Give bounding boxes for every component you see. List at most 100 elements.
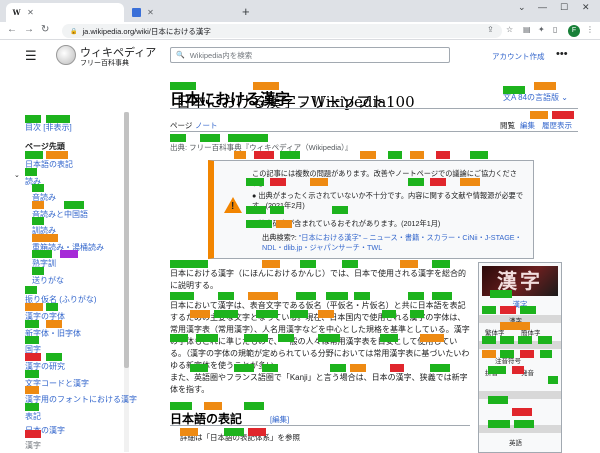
bookmark-star-icon[interactable]: ☆ — [506, 25, 513, 34]
ruby-tag — [380, 334, 398, 342]
ruby-tag — [534, 82, 556, 90]
ruby-tag — [432, 292, 452, 300]
ruby-tag — [254, 151, 274, 159]
ruby-tag — [270, 206, 284, 214]
wiki-search-input[interactable]: 🔍 Wikipedia内を検索 — [170, 47, 450, 63]
ruby-tag — [500, 322, 530, 330]
toc-header[interactable]: 目次 [非表示] — [25, 122, 72, 133]
more-options-icon[interactable]: ••• — [556, 48, 568, 60]
ruby-tag — [520, 350, 534, 358]
ruby-tag — [482, 336, 496, 344]
ruby-tag — [25, 403, 39, 411]
tab-history[interactable]: 履歴表示 — [542, 120, 572, 131]
ruby-tag — [388, 151, 402, 159]
ruby-tag — [514, 420, 534, 428]
ruby-tag — [32, 184, 44, 192]
ruby-tag — [500, 350, 514, 358]
tab-wikipedia[interactable]: W 日本における漢字 - Wikipedia ✕ — [6, 3, 386, 111]
section-divider — [170, 425, 470, 426]
main-menu-icon[interactable]: ☰ — [25, 48, 37, 64]
ruby-tag — [32, 250, 52, 258]
page-tabs: ページ ノート 閲覧 編集 履歴表示 — [170, 118, 578, 132]
ruby-tag — [354, 292, 370, 300]
ruby-tag — [46, 151, 68, 159]
lock-icon: 🔒 — [70, 28, 78, 35]
ruby-tag — [246, 220, 272, 228]
ruby-tag — [520, 306, 536, 314]
source-search-links[interactable]: "日本における漢字" – ニュース・書籍・スカラー・CiNii・J-STAGE・… — [262, 233, 522, 252]
body-paragraph-kanji: また、英語圏やフランス語圏で「Kanji」と言う場合は、日本の漢字、狭義では新字… — [170, 373, 468, 394]
chevron-down-icon[interactable]: ⌄ — [14, 171, 20, 179]
ruby-tag — [410, 310, 424, 318]
tab-edit[interactable]: 編集 — [520, 120, 535, 131]
warning-exclamation: ! — [231, 201, 235, 212]
infobox-label: 英語 — [509, 440, 522, 447]
toc-item[interactable]: 送りがな — [32, 275, 64, 286]
profile-avatar[interactable]: F — [568, 25, 580, 37]
ruby-tag — [512, 408, 532, 416]
close-tab-icon[interactable]: ✕ — [26, 8, 35, 17]
side-panel-icon[interactable]: ▯ — [553, 25, 557, 34]
reload-icon[interactable]: ↻ — [41, 24, 49, 35]
ruby-tag — [25, 320, 39, 328]
back-arrow-icon[interactable]: ← — [7, 24, 17, 35]
ruby-tag — [332, 206, 348, 214]
title-divider — [170, 108, 578, 109]
address-bar[interactable]: 🔒 ja.wikipedia.org/wiki/日本における漢字 — [62, 24, 502, 38]
maximize-window-icon[interactable]: ☐ — [560, 2, 568, 13]
sidebar-scroll-thumb[interactable] — [124, 112, 129, 368]
tab-read[interactable]: 閲覧 — [500, 120, 515, 131]
share-icon[interactable]: ⇪ — [487, 25, 494, 34]
minimize-window-icon[interactable]: — — [538, 2, 547, 12]
ruby-tag — [170, 334, 188, 342]
tab-search-chevron-icon[interactable]: ⌄ — [518, 2, 526, 13]
ruby-tag — [204, 402, 222, 410]
create-account-link[interactable]: アカウント作成 — [492, 51, 545, 62]
ruby-tag — [170, 134, 186, 142]
ruby-tag — [280, 151, 300, 159]
new-tab-button[interactable]: + — [242, 4, 250, 19]
logo-tagline: フリー百科事典 — [80, 59, 129, 67]
ruby-tag — [32, 217, 44, 225]
ruby-tag — [540, 350, 552, 358]
ruby-tag — [256, 310, 278, 318]
ruby-tag — [488, 366, 506, 374]
ruby-tag — [25, 151, 43, 159]
extension-ruby-icon[interactable]: ▤ — [523, 25, 531, 34]
ruby-tag — [25, 168, 37, 176]
wikipedia-globe-logo[interactable] — [56, 45, 76, 65]
toc-item[interactable]: 表記 — [25, 411, 41, 422]
ruby-tag — [330, 364, 346, 372]
ruby-tag — [278, 334, 294, 342]
ruby-tag — [190, 310, 210, 318]
tab-page[interactable]: ページ — [170, 120, 192, 131]
ruby-tag — [170, 292, 194, 300]
ruby-tag — [248, 428, 266, 436]
wikipedia-header: ☰ ウィキペディア フリー百科事典 🔍 Wikipedia内を検索 アカウント作… — [0, 40, 600, 76]
close-tab-icon[interactable]: ✕ — [146, 8, 155, 17]
toc-item[interactable]: 漢字用のフォントにおける漢字 — [25, 394, 137, 405]
ruby-tag — [244, 402, 264, 410]
page-title: 日本における漢字 — [170, 90, 291, 108]
wikipedia-w-icon: W — [12, 8, 21, 17]
ruby-tag — [460, 178, 480, 186]
ruby-tag — [218, 292, 234, 300]
extensions-puzzle-icon[interactable]: ✦ — [538, 25, 545, 34]
ruby-tag — [228, 134, 268, 142]
ruby-tag — [538, 336, 552, 344]
toc-item[interactable]: 漢字 — [25, 440, 41, 451]
chrome-menu-icon[interactable]: ⋮ — [586, 25, 594, 34]
forward-arrow-icon[interactable]: → — [24, 24, 34, 35]
ruby-tag — [244, 334, 268, 342]
tab-note[interactable]: ノート — [195, 120, 218, 131]
ruby-tag — [503, 86, 525, 94]
ruby-tag — [262, 364, 278, 372]
ruby-tag — [488, 396, 508, 404]
ruby-tag — [270, 178, 286, 186]
close-window-icon[interactable]: ✕ — [582, 2, 590, 13]
ruby-tag — [408, 292, 424, 300]
ruby-tag — [46, 353, 62, 361]
notice-bullet-original-research: ● 独自研究が含まれているおそれがあります。(2012年1月) — [252, 219, 441, 228]
tab-freesoft[interactable]: フリーソフト100 ✕ — [126, 3, 415, 111]
section-edit-link[interactable]: [編集] — [270, 414, 289, 425]
